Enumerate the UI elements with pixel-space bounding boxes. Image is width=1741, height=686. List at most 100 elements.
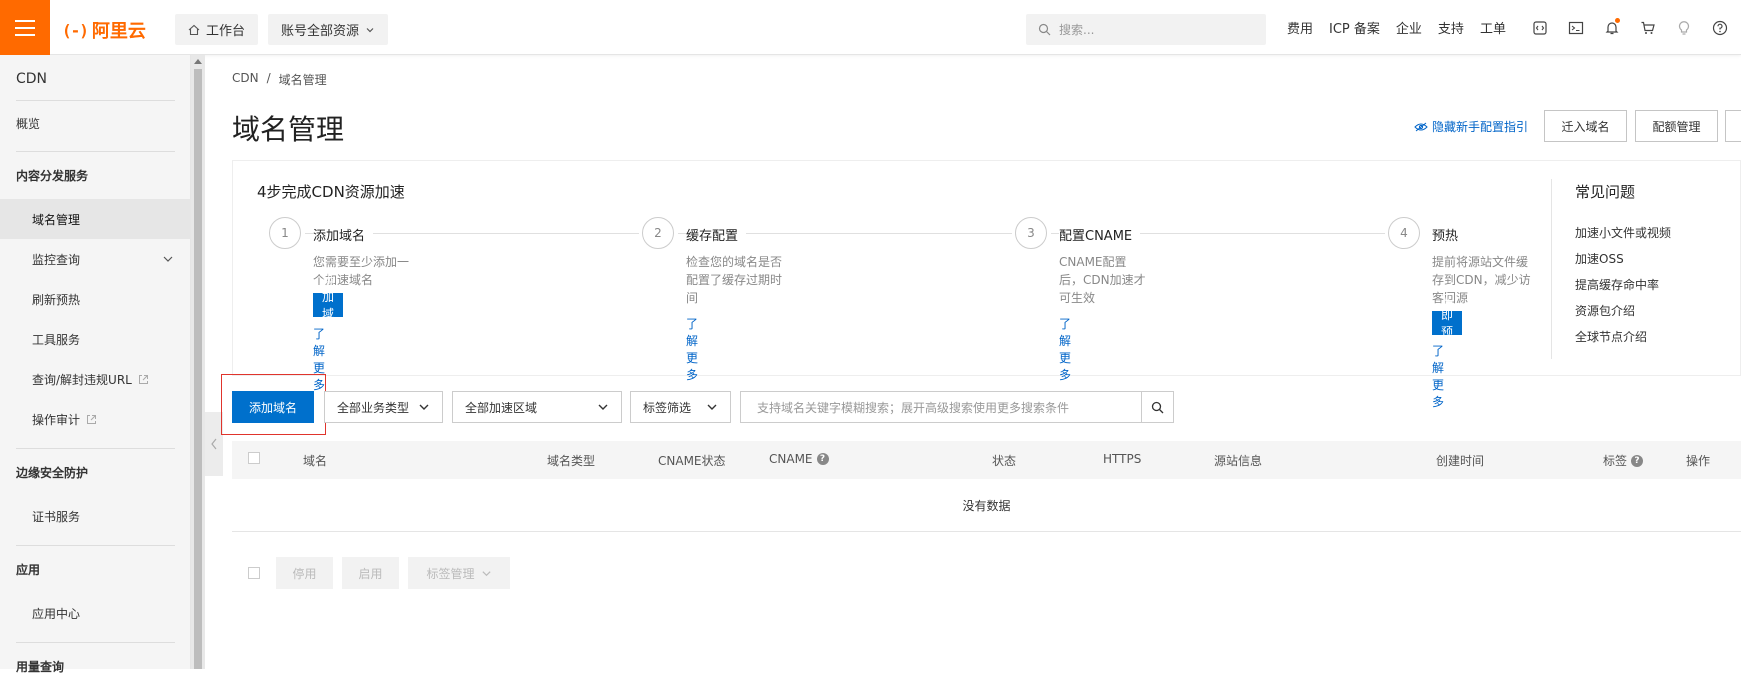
breadcrumb-root[interactable]: CDN bbox=[232, 71, 259, 88]
sidebar-item-query-unblock-url[interactable]: 查询/解封违规URL bbox=[0, 359, 191, 399]
breadcrumb: CDN / 域名管理 bbox=[232, 71, 327, 88]
step-learn-more-link[interactable]: 了解更多 bbox=[1059, 315, 1071, 383]
step-description: CNAME配置后，CDN加速才可生效 bbox=[1059, 255, 1146, 305]
workbench-label: 工作台 bbox=[206, 24, 246, 39]
setup-guide-panel: 4步完成CDN资源加速 1 添加域名 您需要至少添加一个加速域名 添加域名 了解… bbox=[232, 160, 1741, 409]
step-learn-more-link[interactable]: 了解更多 bbox=[1432, 342, 1444, 410]
bell-icon[interactable] bbox=[1601, 17, 1623, 39]
batch-enable-button[interactable]: 启用 bbox=[342, 557, 399, 589]
column-header-domain-type[interactable]: 域名类型 bbox=[547, 452, 595, 469]
chevron-down-icon bbox=[366, 27, 374, 32]
scrollbar-thumb[interactable] bbox=[194, 69, 202, 669]
faq-link[interactable]: 全球节点介绍 bbox=[1575, 328, 1647, 345]
add-domain-button[interactable]: 添加域名 bbox=[232, 391, 314, 423]
page-title: 域名管理 bbox=[232, 113, 345, 146]
button-label: 停用 bbox=[292, 566, 317, 581]
sidebar-section-usage[interactable]: 用量查询 bbox=[0, 646, 191, 686]
lightbulb-icon[interactable] bbox=[1673, 17, 1695, 39]
sidebar-item-overview[interactable]: 概览 bbox=[0, 103, 191, 143]
sidebar-divider bbox=[16, 100, 175, 101]
domain-search-button[interactable] bbox=[1141, 391, 1174, 423]
column-header-tags[interactable]: 标签? bbox=[1603, 452, 1644, 469]
step-add-domain-button[interactable]: 添加域名 bbox=[313, 273, 344, 338]
sidebar-item-operation-audit[interactable]: 操作审计 bbox=[0, 399, 191, 439]
top-link-ticket[interactable]: 工单 bbox=[1480, 18, 1506, 37]
sidebar-section-label: 内容分发服务 bbox=[16, 168, 89, 183]
column-header-origin-info[interactable]: 源站信息 bbox=[1214, 452, 1262, 469]
external-link-icon bbox=[87, 414, 97, 424]
sidebar-item-label: 监控查询 bbox=[32, 252, 81, 267]
top-link-billing[interactable]: 费用 bbox=[1287, 18, 1313, 37]
help-icon[interactable]: ? bbox=[1631, 454, 1644, 467]
code-icon[interactable] bbox=[1529, 17, 1551, 39]
faq-link[interactable]: 加速OSS bbox=[1575, 250, 1624, 267]
chevron-down-icon bbox=[419, 404, 429, 410]
sidebar-section-label: 边缘安全防护 bbox=[16, 465, 89, 480]
scroll-up-arrow-icon[interactable] bbox=[194, 59, 202, 64]
cart-icon[interactable] bbox=[1637, 17, 1659, 39]
eye-hidden-icon bbox=[1414, 122, 1428, 131]
quota-management-button[interactable]: 配额管理 bbox=[1635, 110, 1718, 142]
step-label: 缓存配置 bbox=[686, 225, 747, 244]
batch-disable-button[interactable]: 停用 bbox=[276, 557, 333, 589]
step-preheat-button[interactable]: 立即预热 bbox=[1432, 291, 1463, 356]
resource-scope-dropdown[interactable]: 账号全部资源 bbox=[268, 14, 389, 45]
help-icon[interactable] bbox=[1709, 17, 1731, 39]
step-learn-more-link[interactable]: 了解更多 bbox=[686, 315, 698, 383]
sidebar-divider bbox=[16, 151, 175, 152]
sidebar-scrollbar[interactable] bbox=[191, 55, 205, 669]
step-number: 4 bbox=[1388, 217, 1420, 249]
domain-search-input[interactable]: 支持域名关键字模糊搜索；展开高级搜索使用更多搜索条件 bbox=[740, 391, 1141, 423]
guide-title: 4步完成CDN资源加速 bbox=[257, 183, 405, 201]
sidebar-item-cert-service[interactable]: 证书服务 bbox=[0, 496, 191, 536]
sidebar-item-label: 应用中心 bbox=[32, 606, 81, 621]
sidebar-section-app: 应用 bbox=[0, 549, 191, 589]
business-type-select[interactable]: 全部业务类型 bbox=[324, 391, 443, 423]
column-header-created-time[interactable]: 创建时间 bbox=[1436, 452, 1484, 469]
hide-guide-label: 隐藏新手配置指引 bbox=[1432, 120, 1529, 134]
help-icon[interactable]: ? bbox=[816, 453, 829, 465]
tag-filter-select[interactable]: 标签筛选 bbox=[630, 391, 731, 423]
logo-text: 阿里云 bbox=[91, 21, 146, 42]
column-header-cname[interactable]: CNAME? bbox=[769, 452, 829, 466]
aliyun-logo[interactable]: (-) 阿里云 bbox=[62, 17, 146, 43]
faq-link[interactable]: 加速小文件或视频 bbox=[1575, 224, 1671, 241]
sidebar-item-tool-service[interactable]: 工具服务 bbox=[0, 319, 191, 359]
top-link-support[interactable]: 支持 bbox=[1438, 18, 1464, 37]
logo-mark: (-) bbox=[62, 20, 89, 40]
sidebar-divider bbox=[16, 448, 175, 449]
terminal-icon[interactable] bbox=[1565, 17, 1587, 39]
top-link-enterprise[interactable]: 企业 bbox=[1396, 18, 1422, 37]
column-header-domain[interactable]: 域名 bbox=[303, 452, 327, 469]
batch-select-checkbox[interactable] bbox=[248, 567, 260, 582]
sidebar-item-label: 工具服务 bbox=[32, 332, 81, 347]
sidebar-item-domain-management[interactable]: 域名管理 bbox=[0, 199, 191, 239]
faq-link[interactable]: 提高缓存命中率 bbox=[1575, 276, 1659, 293]
sidebar-item-label: 刷新预热 bbox=[32, 292, 81, 307]
top-link-icp[interactable]: ICP 备案 bbox=[1329, 18, 1380, 37]
acceleration-region-select[interactable]: 全部加速区域 bbox=[452, 391, 622, 423]
sidebar-item-label: 操作审计 bbox=[32, 412, 81, 427]
menu-icon[interactable] bbox=[0, 0, 50, 55]
select-all-checkbox[interactable] bbox=[248, 452, 260, 464]
workbench-button[interactable]: 工作台 bbox=[175, 14, 259, 45]
hide-guide-link[interactable]: 隐藏新手配置指引 bbox=[1414, 118, 1528, 135]
column-header-status[interactable]: 状态 bbox=[992, 452, 1016, 469]
step-description: 检查您的域名是否配置了缓存过期时间 bbox=[686, 255, 783, 305]
chevron-down-icon bbox=[481, 570, 491, 576]
column-header-https[interactable]: HTTPS bbox=[1103, 452, 1141, 466]
migrate-domain-button[interactable]: 迁入域名 bbox=[1544, 110, 1627, 142]
domain-table-header: 域名 域名类型 CNAME状态 CNAME? 状态 HTTPS 源站信息 创建时… bbox=[232, 441, 1741, 479]
faq-link[interactable]: 资源包介绍 bbox=[1575, 302, 1635, 319]
button-label: 启用 bbox=[358, 566, 383, 581]
sidebar-item-app-center[interactable]: 应用中心 bbox=[0, 593, 191, 633]
column-header-cname-status[interactable]: CNAME状态 bbox=[658, 452, 726, 469]
sidebar-item-monitor-query[interactable]: 监控查询 bbox=[0, 239, 191, 279]
search-icon bbox=[1038, 23, 1051, 36]
more-actions-button[interactable] bbox=[1725, 110, 1741, 142]
table-empty-state: 没有数据 bbox=[232, 479, 1741, 532]
global-search-input[interactable]: 搜索... bbox=[1026, 14, 1266, 45]
search-icon bbox=[1151, 401, 1164, 413]
batch-tag-management-button[interactable]: 标签管理 bbox=[408, 557, 510, 589]
sidebar-item-refresh-preheat[interactable]: 刷新预热 bbox=[0, 279, 191, 319]
